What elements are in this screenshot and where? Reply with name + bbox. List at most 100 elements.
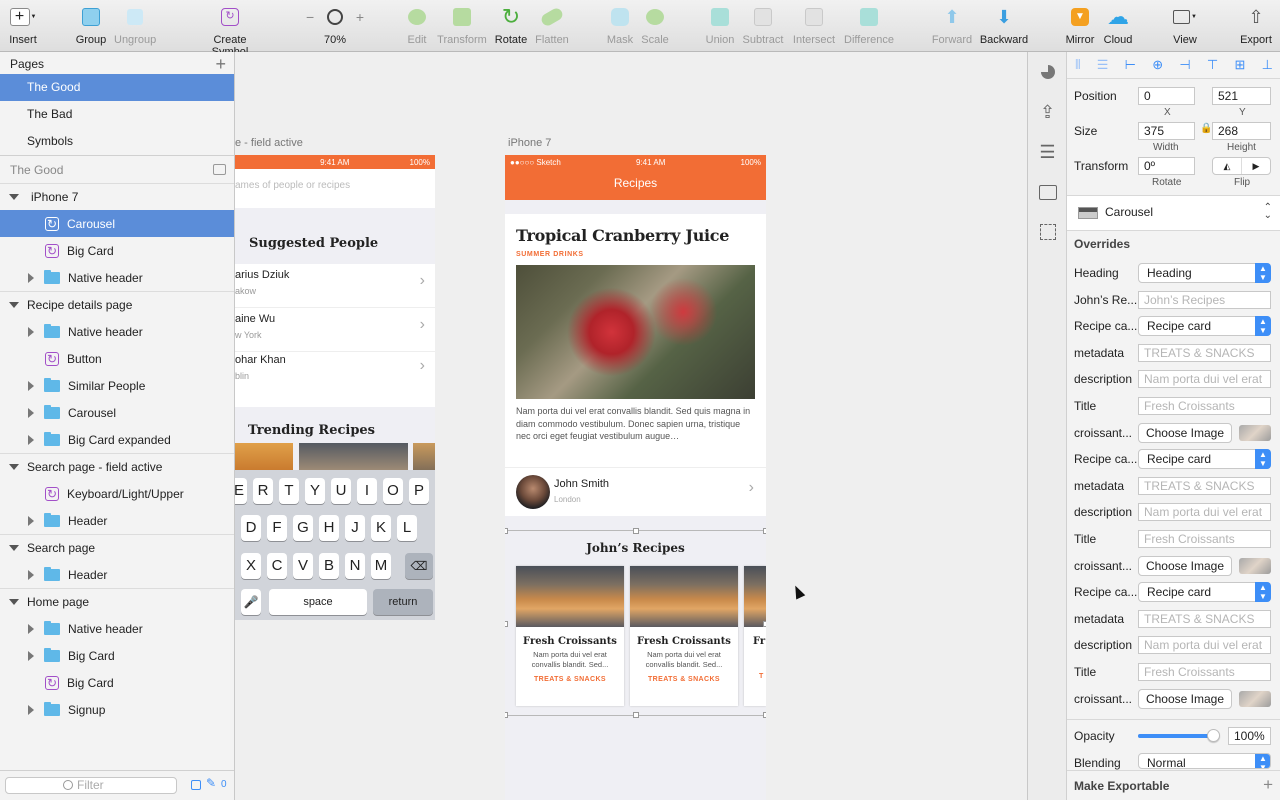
layer-artboard-search-active[interactable]: Search page - field active — [0, 453, 234, 480]
artboard-label-search[interactable]: e - field active — [235, 137, 303, 149]
choose-image-button[interactable]: Choose Image — [1138, 689, 1232, 709]
flip-horizontal-icon[interactable]: ◭ — [1213, 158, 1242, 174]
canvas[interactable]: e - field active iPhone 7 9:41 AM 100% am… — [235, 52, 1027, 800]
recipe-card[interactable]: Fresh Croissants Nam porta dui vel erat … — [630, 566, 738, 706]
align-center-h-icon[interactable]: ⊕ — [1152, 57, 1163, 73]
backspace-key[interactable]: ⌫ — [405, 553, 433, 579]
group-button[interactable]: Group — [75, 6, 107, 46]
person-row[interactable]: arius Dziuk akow › — [235, 264, 435, 308]
key[interactable]: I — [357, 478, 377, 504]
disclosure-closed-icon[interactable] — [28, 704, 34, 715]
position-y-field[interactable]: 521 — [1212, 87, 1271, 105]
key[interactable]: J — [345, 515, 365, 541]
pencil-icon[interactable]: ✎ — [206, 776, 216, 790]
flip-vertical-icon[interactable]: ▶ — [1242, 158, 1270, 174]
disclosure-closed-icon[interactable] — [28, 380, 34, 391]
page-item-symbols[interactable]: Symbols — [0, 128, 234, 155]
cloud-button[interactable]: ☁ Cloud — [1102, 4, 1134, 46]
view-button[interactable]: ▼ View — [1168, 6, 1202, 46]
align-left-icon[interactable]: ⊢ — [1125, 57, 1136, 73]
disclosure-open-icon[interactable] — [9, 464, 19, 470]
tab-style[interactable] — [1028, 52, 1067, 92]
layer-artboard-home-page[interactable]: Home page — [0, 588, 234, 615]
disclosure-open-icon[interactable] — [9, 545, 19, 551]
collapse-layers-icon[interactable] — [213, 164, 226, 175]
layer-carousel-folder[interactable]: Carousel — [0, 399, 234, 426]
resize-handle[interactable] — [633, 528, 639, 534]
override-text-field[interactable]: Fresh Croissants — [1138, 663, 1271, 681]
align-bottom-icon[interactable]: ⊥ — [1262, 57, 1273, 73]
create-symbol-button[interactable]: ↻ Create Symbol — [194, 6, 266, 58]
key[interactable]: C — [267, 553, 287, 579]
key[interactable]: F — [267, 515, 287, 541]
zoom-in-button[interactable]: + — [356, 9, 364, 25]
key[interactable]: E — [235, 478, 247, 504]
export-button[interactable]: ⇧ Export — [1238, 6, 1274, 47]
resize-handle[interactable] — [505, 621, 508, 627]
mask-button[interactable]: Mask — [605, 6, 635, 46]
override-select[interactable]: Heading ▲ ▼ — [1138, 263, 1271, 283]
disclosure-open-icon[interactable] — [9, 302, 19, 308]
carousel-section[interactable]: John’s Recipes Fresh Croissants Nam port… — [505, 528, 766, 718]
distribute-h-icon[interactable]: ⫴ — [1075, 57, 1080, 73]
plus-icon[interactable]: + — [1263, 775, 1273, 795]
override-text-field[interactable]: Fresh Croissants — [1138, 530, 1271, 548]
big-card[interactable]: Tropical Cranberry Juice SUMMER DRINKS N… — [505, 214, 766, 516]
override-text-field[interactable]: TREATS & SNACKS — [1138, 477, 1271, 495]
override-select[interactable]: Recipe card ▲ ▼ — [1138, 582, 1271, 602]
blending-select[interactable]: Normal ▲ ▼ — [1138, 753, 1271, 769]
opacity-slider[interactable] — [1138, 729, 1220, 742]
resize-handle[interactable] — [633, 712, 639, 718]
opacity-slider-knob[interactable] — [1207, 729, 1220, 742]
flip-control[interactable]: ◭ ▶ — [1212, 157, 1271, 175]
layer-native-header[interactable]: Native header — [0, 615, 234, 642]
override-select[interactable]: Recipe card ▲ ▼ — [1138, 449, 1271, 469]
page-item-the-good[interactable]: The Good — [0, 74, 234, 101]
key[interactable]: V — [293, 553, 313, 579]
tab-arrange[interactable] — [1028, 212, 1067, 252]
layer-big-card-folder[interactable]: Big Card — [0, 642, 234, 669]
disclosure-closed-icon[interactable] — [28, 434, 34, 445]
resize-handle[interactable] — [763, 712, 766, 718]
override-select[interactable]: Recipe card ▲ ▼ — [1138, 316, 1271, 336]
disclosure-closed-icon[interactable] — [28, 623, 34, 634]
key[interactable]: U — [331, 478, 351, 504]
disclosure-closed-icon[interactable] — [28, 326, 34, 337]
layer-artboard-iphone-7[interactable]: iPhone 7 — [0, 183, 234, 210]
subtract-button[interactable]: Subtract — [741, 6, 785, 46]
key[interactable]: L — [397, 515, 417, 541]
layer-similar-people[interactable]: Similar People — [0, 372, 234, 399]
artboard-iphone-7[interactable]: ●●○○○ Sketch 9:41 AM 100% Recipes Tropical… — [505, 155, 766, 800]
override-text-field[interactable]: TREATS & SNACKS — [1138, 344, 1271, 362]
insert-button[interactable]: + ▼ Insert — [8, 6, 38, 46]
union-button[interactable]: Union — [705, 6, 735, 46]
space-key[interactable]: space — [269, 589, 367, 615]
layer-big-card-expanded[interactable]: Big Card expanded — [0, 426, 234, 453]
tab-symbols[interactable] — [1028, 172, 1067, 212]
override-text-field[interactable]: Fresh Croissants — [1138, 397, 1271, 415]
key[interactable]: X — [241, 553, 261, 579]
filter-input[interactable]: Filter — [5, 777, 177, 794]
key[interactable]: Y — [305, 478, 325, 504]
copy-icon[interactable] — [191, 780, 201, 790]
layer-big-card[interactable]: ↻ Big Card — [0, 669, 234, 696]
layer-signup[interactable]: Signup — [0, 696, 234, 723]
layer-carousel[interactable]: ↻ Carousel — [0, 210, 234, 237]
position-x-field[interactable]: 0 — [1138, 87, 1195, 105]
align-top-icon[interactable]: ⊤ — [1207, 57, 1218, 73]
symbol-selector[interactable]: Carousel ⌃ ⌄ — [1067, 196, 1280, 230]
resize-handle[interactable] — [505, 712, 508, 718]
return-key[interactable]: return — [373, 589, 433, 615]
add-page-button[interactable]: + — [215, 54, 226, 75]
key[interactable]: N — [345, 553, 365, 579]
key[interactable]: D — [241, 515, 261, 541]
disclosure-closed-icon[interactable] — [28, 515, 34, 526]
layer-keyboard[interactable]: ↻ Keyboard/Light/Upper — [0, 480, 234, 507]
dictation-key[interactable]: 🎤 — [241, 589, 261, 615]
disclosure-closed-icon[interactable] — [28, 407, 34, 418]
choose-image-button[interactable]: Choose Image — [1138, 423, 1232, 443]
width-field[interactable]: 375 — [1138, 122, 1195, 140]
disclosure-open-icon[interactable] — [9, 194, 19, 200]
rotate-field[interactable]: 0º — [1138, 157, 1195, 175]
override-text-field[interactable]: Nam porta dui vel erat — [1138, 370, 1271, 388]
